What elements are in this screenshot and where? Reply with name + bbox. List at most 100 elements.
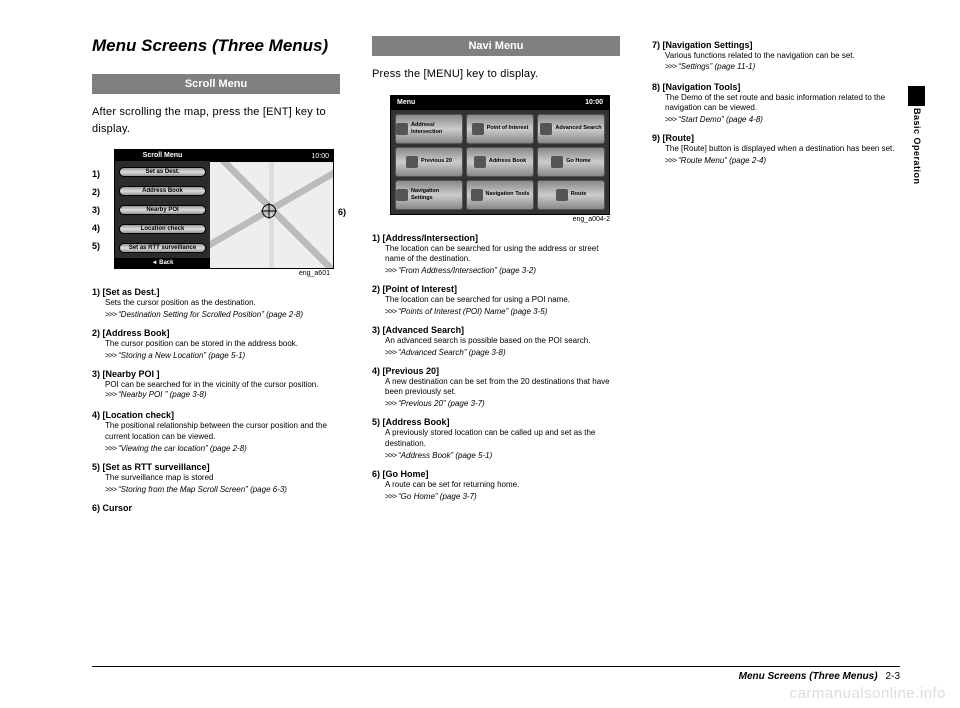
item-title: [Nearby POI ] [103,369,160,379]
navi-menu-list-cont: 7) [Navigation Settings] Various functio… [652,40,900,165]
callout-6: 6) [338,207,346,217]
map-clock: 10:00 [210,150,333,162]
item-ref: >>>“Route Menu” (page 2-4) [665,156,900,165]
cursor-icon [262,204,276,218]
list-item: 8) [Navigation Tools] The Demo of the se… [652,82,900,125]
navi-menu-heading: Navi Menu [372,36,620,56]
scroll-menu-buttons: Set as Dest. Address Book Nearby POI Loc… [115,161,210,258]
item-title: [Address Book] [383,417,450,427]
item-title: [Address/Intersection] [383,233,479,243]
item-ref: >>>“From Address/Intersection” (page 3-2… [385,266,620,275]
fig-caption-2: eng_a004-2 [372,216,610,223]
list-item: 7) [Navigation Settings] Various functio… [652,40,900,73]
item-title: [Advanced Search] [383,325,465,335]
navi-menu-list: 1) [Address/Intersection] The location c… [372,233,620,501]
footer-title: Menu Screens (Three Menus) [739,671,878,682]
tools-icon [471,189,483,201]
chevron-icon: >>> [385,451,396,460]
nm-cell-gohome: Go Home [537,147,605,177]
list-item: 3) [Nearby POI ] POI can be searched for… [92,369,340,402]
side-tab: Basic Operation [912,108,922,185]
navi-menu-screenshot: Menu 10:00 Address/ Intersection Point o… [390,95,610,215]
route-icon [556,189,568,201]
item-ref: >>>“Viewing the car location” (page 2-8) [105,444,340,453]
chevron-icon: >>> [105,390,116,399]
callout-3: 3) [92,205,100,215]
list-item: 4) [Previous 20] A new destination can b… [372,366,620,409]
item-title: [Set as Dest.] [103,287,160,297]
scroll-menu-intro: After scrolling the map, press the [ENT]… [92,104,340,137]
list-item: 4) [Location check] The positional relat… [92,410,340,453]
navi-menu-top: Menu 10:00 [391,96,609,110]
callout-5: 5) [92,241,100,251]
navi-menu-intro: Press the [MENU] key to display. [372,66,620,83]
item-body: The location can be searched for using a… [385,295,620,306]
item-body: The [Route] button is displayed when a d… [665,144,900,155]
item-title: [Route] [663,133,695,143]
list-item: 1) [Address/Intersection] The location c… [372,233,620,276]
column-1: Menu Screens (Three Menus) Scroll Menu A… [92,36,340,522]
item-ref: >>>“Nearby POI ” (page 3-8) [105,390,207,399]
navi-menu-clock: 10:00 [585,99,603,106]
item-title: [Location check] [103,410,175,420]
chevron-icon: >>> [665,115,676,124]
search-icon [540,123,552,135]
item-num: 4) [92,410,100,420]
item-title: [Navigation Settings] [663,40,753,50]
footer: Menu Screens (Three Menus) 2-3 [92,666,900,682]
page-title: Menu Screens (Three Menus) [92,36,340,56]
columns: Menu Screens (Three Menus) Scroll Menu A… [92,36,900,522]
footer-page-number: 2-3 [886,671,900,682]
page: Menu Screens (Three Menus) Scroll Menu A… [0,0,960,708]
item-ref: >>>“Previous 20” (page 3-7) [385,399,620,408]
item-title: Cursor [103,503,133,513]
chevron-icon: >>> [385,492,396,501]
item-ref: >>>“Destination Setting for Scrolled Pos… [105,310,340,319]
map-area: 10:00 [210,150,333,268]
item-num: 6) [92,503,100,513]
item-ref: >>>“Settings” (page 11-1) [665,62,755,71]
list-item: 2) [Address Book] The cursor position ca… [92,328,340,360]
nm-cell-poi: Point of Interest [466,114,534,144]
chevron-icon: >>> [385,399,396,408]
nm-cell-advanced: Advanced Search [537,114,605,144]
item-body: The positional relationship between the … [105,421,340,443]
item-title: [Navigation Tools] [663,82,741,92]
chevron-icon: >>> [665,156,676,165]
nm-cell-navtools: Navigation Tools [466,180,534,210]
item-title: [Go Home] [383,469,429,479]
item-num: 5) [92,462,100,472]
list-item: 2) [Point of Interest] The location can … [372,284,620,316]
item-title: [Previous 20] [383,366,440,376]
sm-btn-location-check: Location check [119,224,206,234]
callout-1: 1) [92,169,100,179]
item-num: 9) [652,133,660,143]
item-body: The cursor position can be stored in the… [105,339,340,350]
item-num: 4) [372,366,380,376]
scroll-menu-heading: Scroll Menu [92,74,340,94]
chevron-icon: >>> [105,310,116,319]
item-num: 1) [92,287,100,297]
item-ref: >>>“Storing a New Location” (page 5-1) [105,351,340,360]
list-item: 6) [Go Home] A route can be set for retu… [372,469,620,501]
home-icon [551,156,563,168]
item-num: 2) [92,328,100,338]
address-icon [396,123,408,135]
item-num: 5) [372,417,380,427]
item-body: Various functions related to the navigat… [665,51,900,73]
sm-btn-nearby-poi: Nearby POI [119,205,206,215]
item-ref: >>>“Go Home” (page 3-7) [385,492,620,501]
item-body: A new destination can be set from the 20… [385,377,620,399]
item-num: 7) [652,40,660,50]
chevron-icon: >>> [105,485,116,494]
list-item: 1) [Set as Dest.] Sets the cursor positi… [92,287,340,319]
fig-caption-1: eng_a601 [92,270,330,277]
list-item: 5) [Set as RTT surveillance] The surveil… [92,462,340,494]
item-num: 8) [652,82,660,92]
chevron-icon: >>> [665,62,676,71]
item-num: 2) [372,284,380,294]
list-item: 3) [Advanced Search] An advanced search … [372,325,620,357]
nm-cell-addressbook: Address Book [466,147,534,177]
chevron-icon: >>> [385,307,396,316]
scroll-menu-title: Scroll Menu [115,150,210,161]
